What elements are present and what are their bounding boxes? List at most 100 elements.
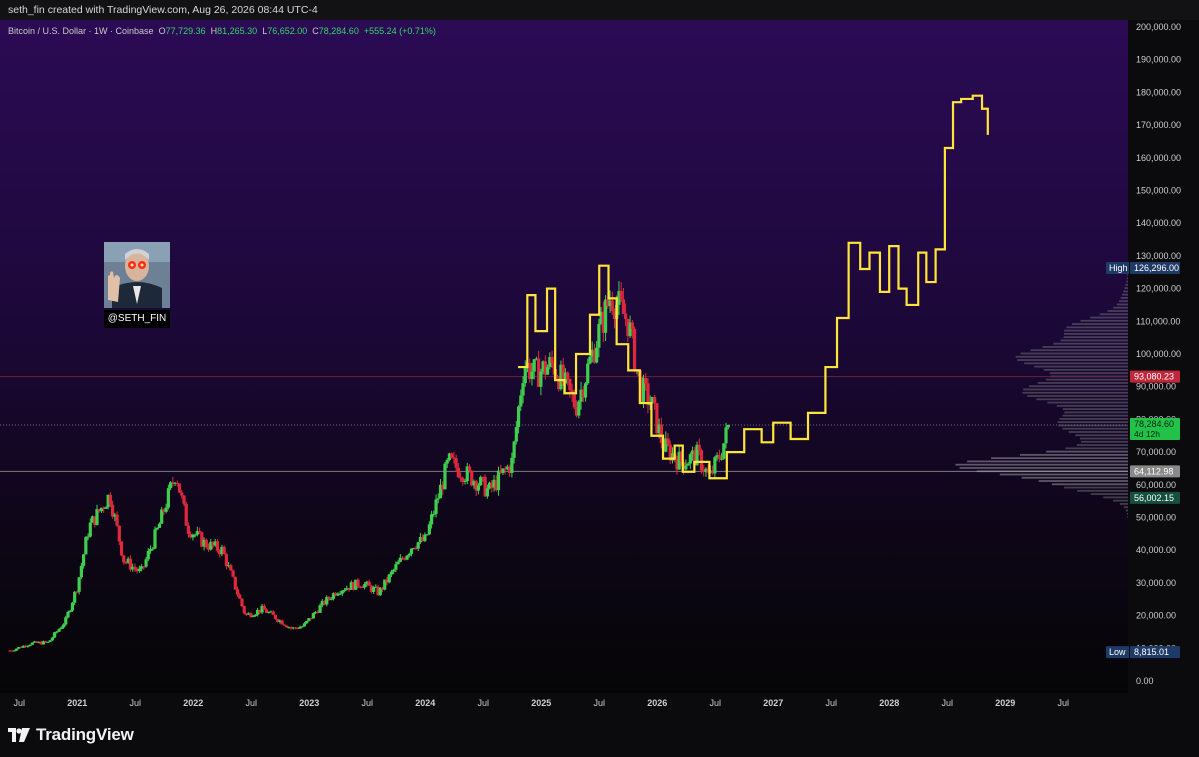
volume-profile-bar [1056, 404, 1128, 407]
volume-profile-bar [1064, 329, 1128, 332]
volume-profile-bar [1019, 453, 1128, 456]
candle-body [425, 534, 429, 536]
candle-body [329, 598, 333, 600]
candle-body [28, 644, 32, 646]
open-value: 77,729.36 [165, 26, 206, 36]
y-tick-label: 30,000.00 [1136, 578, 1176, 588]
candle-body [242, 606, 246, 614]
volume-profile-bar [1015, 355, 1128, 358]
volume-profile-bar [1045, 378, 1128, 381]
x-tick-label: 2021 [67, 698, 87, 708]
x-tick-label: 2027 [763, 698, 783, 708]
price-label-text: 8,815.01 [1134, 647, 1169, 657]
volume-profile-bar [1126, 277, 1128, 280]
volume-profile-bar [1116, 303, 1128, 306]
volume-profile-bar [1062, 408, 1128, 410]
y-tick-label: 40,000.00 [1136, 545, 1176, 555]
candle-body [653, 397, 657, 404]
x-tick-label: Jul [14, 698, 26, 708]
candle-body [389, 571, 394, 575]
candle-body [427, 524, 431, 535]
volume-profile-bar [1127, 274, 1128, 276]
candle-body [59, 627, 63, 630]
y-tick-label: 170,000.00 [1136, 120, 1181, 130]
volume-profile-bar [955, 463, 1128, 466]
volume-profile-bar [1126, 512, 1128, 515]
candle-body [26, 645, 30, 647]
volume-profile-bar [999, 473, 1128, 476]
volume-profile-bar [1068, 431, 1128, 433]
chart-frame[interactable]: 200,000.00 190,000.00 180,000.00 170,000.00… [0, 20, 1199, 713]
volume-profile-bar [1062, 427, 1128, 430]
x-tick-label: Jul [825, 698, 837, 708]
volume-profile-bar [1043, 368, 1128, 371]
candle-body [724, 427, 728, 444]
candle-body [104, 507, 108, 509]
candle-body [521, 383, 525, 396]
candle-body [450, 453, 454, 458]
candle-body [400, 557, 405, 559]
volume-profile-bar [1037, 382, 1128, 384]
candle-body [699, 450, 704, 471]
candle-body [719, 458, 724, 460]
candle-body [688, 454, 692, 464]
avatar [104, 242, 170, 308]
candle-body [722, 443, 726, 459]
tradingview-logo[interactable]: TradingView [8, 723, 134, 747]
candle-body [479, 476, 483, 486]
symbol-legend[interactable]: Bitcoin / U.S. Dollar · 1W · Coinbase O7… [8, 26, 436, 36]
volume-profile-bar [959, 467, 1128, 469]
x-tick-label: Jul [477, 698, 489, 708]
x-tick-label: Jul [593, 698, 605, 708]
candle-body [432, 513, 436, 515]
candle-body [151, 548, 155, 550]
volume-profile-bar [1126, 280, 1128, 283]
candle-body [684, 465, 688, 470]
volume-profile-bar [1107, 310, 1128, 312]
candle-body [550, 357, 554, 363]
candle-body [416, 542, 420, 549]
candle-body [436, 498, 440, 500]
volume-profile-bar [1119, 300, 1128, 303]
candle-body [566, 372, 570, 379]
volume-profile-bar [1065, 447, 1128, 450]
volume-profile-bar [1036, 398, 1128, 401]
volume-profile-bar [1079, 437, 1128, 440]
candle-body [273, 614, 278, 620]
volume-profile-bar [1059, 418, 1128, 420]
candle-body [577, 401, 581, 416]
volume-profile-bar [1119, 503, 1128, 505]
candle-body [519, 395, 523, 407]
plot-background [0, 20, 1128, 693]
candle-body [514, 427, 518, 442]
open-label: O [158, 26, 166, 36]
volume-profile-bar [1020, 352, 1128, 355]
y-tick-label: 190,000.00 [1136, 55, 1181, 65]
candle-body [342, 590, 347, 592]
candle-body [153, 529, 157, 549]
x-tick-label: Jul [941, 698, 953, 708]
volume-profile-bar [1121, 293, 1128, 296]
y-tick-label: 90,000.00 [1136, 382, 1176, 392]
candle-body [445, 459, 449, 464]
candle-body [394, 564, 398, 570]
volume-profile-bar [1060, 339, 1128, 342]
candle-body [122, 555, 126, 563]
candle-body [539, 371, 543, 387]
candle-body [621, 299, 626, 314]
candle-body [53, 632, 57, 638]
candle-body [68, 610, 72, 612]
volume-profile-bar [1017, 359, 1128, 361]
candle-body [496, 470, 501, 491]
candle-body [530, 371, 534, 380]
candle-body [84, 537, 88, 555]
candle-body [327, 596, 331, 599]
candle-body [363, 584, 367, 588]
candle-body [251, 616, 255, 618]
candle-body [583, 383, 588, 398]
candle-body [88, 522, 92, 537]
candle-body [30, 642, 34, 645]
candle-body [262, 605, 266, 610]
price-chart[interactable]: 200,000.00 190,000.00 180,000.00 170,000.00… [0, 20, 1199, 713]
y-tick-label: 110,000.00 [1136, 316, 1180, 326]
